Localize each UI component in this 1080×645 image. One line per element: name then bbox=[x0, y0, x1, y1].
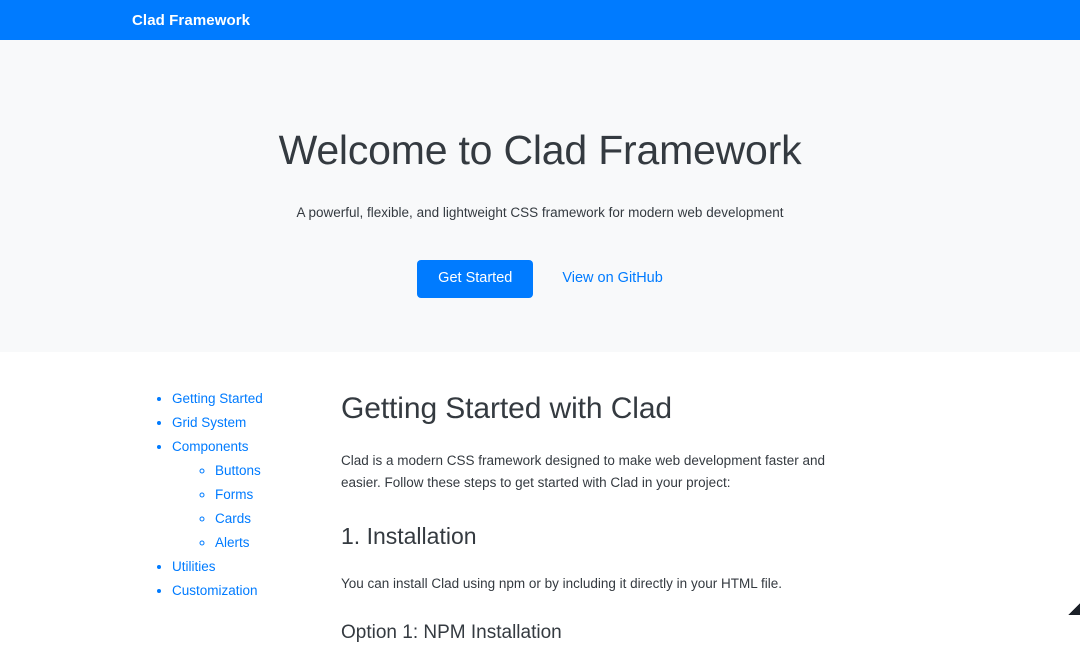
sidebar-item-grid-system[interactable]: Grid System bbox=[172, 414, 341, 433]
view-on-github-link[interactable]: View on GitHub bbox=[562, 270, 662, 287]
sidebar-link-components[interactable]: Components bbox=[172, 438, 249, 457]
sidebar-link-utilities[interactable]: Utilities bbox=[172, 558, 216, 577]
intro-paragraph: Clad is a modern CSS framework designed … bbox=[341, 452, 825, 490]
main-content: Getting Started with Clad Clad is a mode… bbox=[341, 390, 1080, 645]
sidebar-item-buttons[interactable]: Buttons bbox=[215, 462, 341, 481]
sidebar-item-getting-started[interactable]: Getting Started bbox=[172, 390, 341, 409]
sidebar-nav: Getting Started Grid System Components B… bbox=[0, 390, 341, 645]
hero-title: Welcome to Clad Framework bbox=[278, 127, 802, 173]
sidebar-link-customization[interactable]: Customization bbox=[172, 582, 258, 601]
sidebar-link-alerts[interactable]: Alerts bbox=[215, 534, 250, 553]
sidebar-item-forms[interactable]: Forms bbox=[215, 486, 341, 505]
sidebar-link-grid-system[interactable]: Grid System bbox=[172, 414, 246, 433]
sidebar-link-cards[interactable]: Cards bbox=[215, 510, 251, 529]
page-title: Getting Started with Clad bbox=[341, 392, 673, 425]
sidebar-link-forms[interactable]: Forms bbox=[215, 486, 253, 505]
hero-subtitle: A powerful, flexible, and lightweight CS… bbox=[296, 205, 784, 221]
sidebar-item-customization[interactable]: Customization bbox=[172, 582, 341, 601]
hero-actions: Get Started View on GitHub bbox=[417, 260, 663, 298]
installation-paragraph: You can install Clad using npm or by inc… bbox=[341, 575, 782, 591]
subsection-heading-npm-installation: Option 1: NPM Installation bbox=[341, 622, 562, 644]
hero-section: Welcome to Clad Framework A powerful, fl… bbox=[0, 40, 1080, 352]
sidebar-sublist-components: Buttons Forms Cards Alerts bbox=[172, 462, 341, 553]
content-area: Getting Started Grid System Components B… bbox=[0, 352, 1080, 645]
navbar-brand[interactable]: Clad Framework bbox=[132, 13, 250, 28]
sidebar-item-alerts[interactable]: Alerts bbox=[215, 534, 341, 553]
navbar: Clad Framework bbox=[0, 0, 1080, 40]
sidebar-link-buttons[interactable]: Buttons bbox=[215, 462, 261, 481]
get-started-button[interactable]: Get Started bbox=[417, 260, 534, 298]
sidebar-item-utilities[interactable]: Utilities bbox=[172, 558, 341, 577]
sidebar-item-cards[interactable]: Cards bbox=[215, 510, 341, 529]
sidebar-link-getting-started[interactable]: Getting Started bbox=[172, 390, 263, 409]
sidebar-item-components[interactable]: Components Buttons Forms Cards Alerts bbox=[172, 438, 341, 553]
table-of-contents: Getting Started Grid System Components B… bbox=[0, 390, 341, 601]
section-heading-installation: 1. Installation bbox=[341, 523, 477, 550]
